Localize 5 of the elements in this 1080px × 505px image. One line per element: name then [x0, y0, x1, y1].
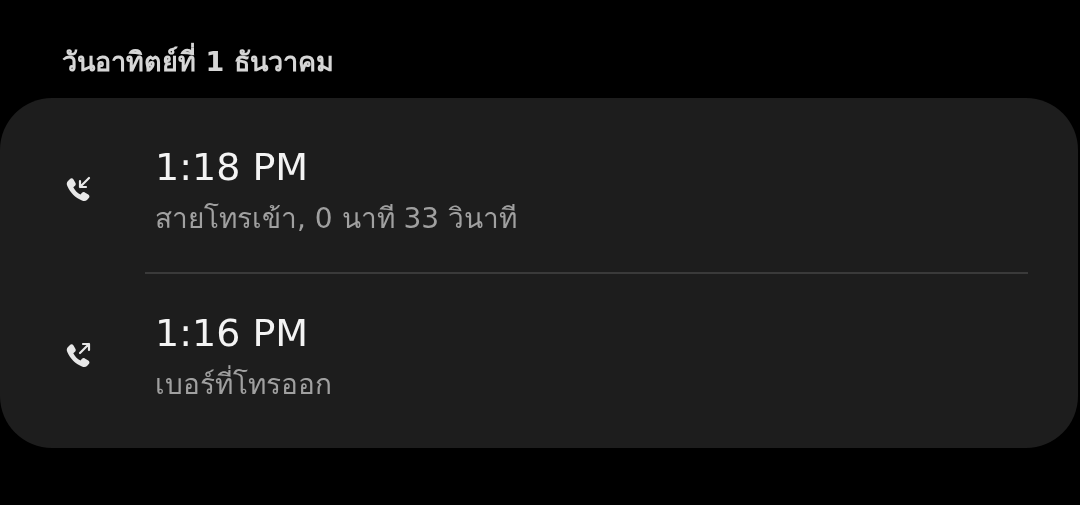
call-time: 1:16 PM — [155, 310, 309, 357]
call-detail: สายโทรเข้า, 0 นาที 33 วินาที — [155, 201, 517, 237]
date-header: วันอาทิตย์ที่ 1 ธันวาคม — [62, 40, 334, 84]
call-time: 1:18 PM — [155, 144, 309, 191]
call-detail: เบอร์ที่โทรออก — [155, 362, 332, 408]
